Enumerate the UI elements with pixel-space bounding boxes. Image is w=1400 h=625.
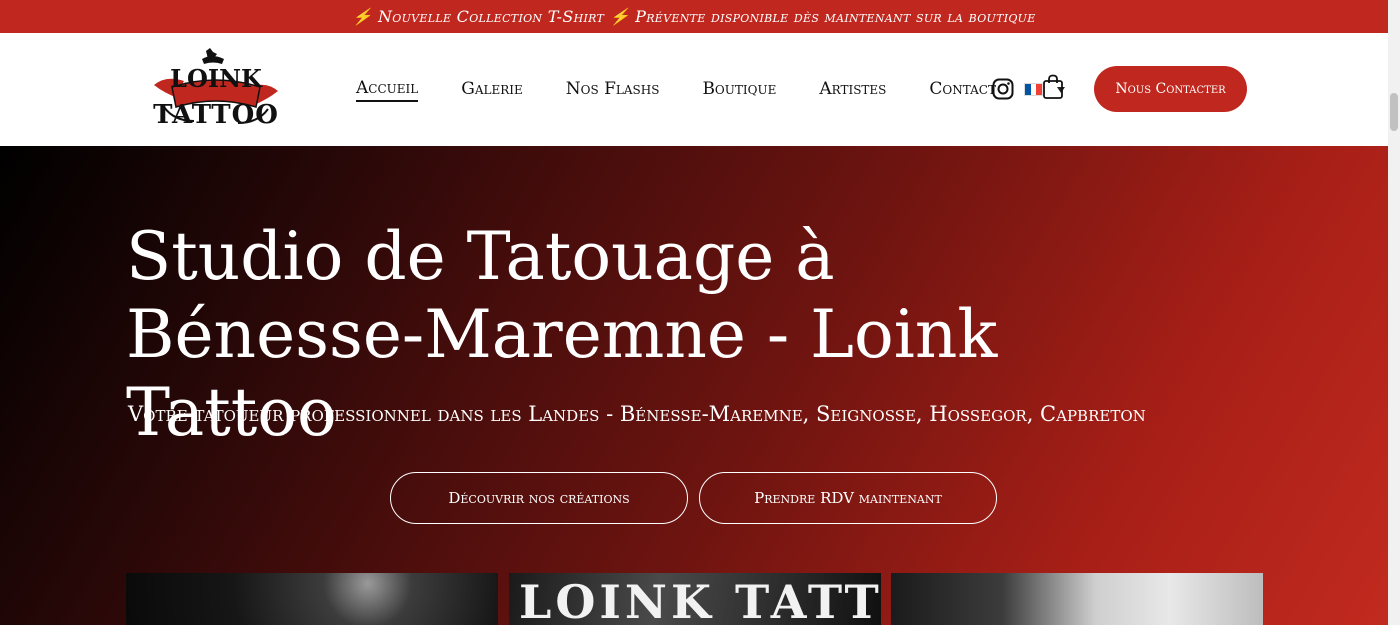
nav-item-contact[interactable]: Contact: [929, 79, 996, 101]
hero-subtitle: Votre tatoueur professionnel dans les La…: [128, 402, 1146, 426]
main-nav: Accueil Galerie Nos Flashs Boutique Arti…: [356, 33, 1065, 146]
logo-text-2: TATTOO: [153, 100, 279, 130]
discover-creations-button[interactable]: Découvrir nos créations: [390, 472, 688, 524]
instagram-icon[interactable]: [992, 78, 1014, 100]
nav-item-boutique[interactable]: Boutique: [702, 79, 776, 101]
site-logo[interactable]: LOINK TATTOO: [150, 47, 282, 131]
gallery-image-text: LOINK TATTOO: [519, 575, 881, 625]
announcement-bar: ⚡ Nouvelle Collection T-Shirt ⚡ Prévente…: [0, 0, 1388, 33]
page-scrollbar[interactable]: [1388, 0, 1400, 625]
site-header: LOINK TATTOO Accueil Galerie Nos Flashs …: [0, 33, 1388, 146]
nav-item-accueil[interactable]: Accueil: [356, 78, 419, 102]
nav-item-galerie[interactable]: Galerie: [461, 79, 523, 101]
scrollbar-thumb[interactable]: [1390, 93, 1398, 131]
nav-item-nos-flashs[interactable]: Nos Flashs: [566, 79, 660, 101]
contact-button[interactable]: Nous Contacter: [1094, 66, 1247, 112]
tattoo-logo-icon: LOINK TATTOO: [153, 48, 279, 130]
shopping-bag-icon[interactable]: [1042, 74, 1064, 100]
hero-section: Studio de Tatouage à Bénesse-Maremne - L…: [0, 146, 1388, 625]
book-appointment-button[interactable]: Prendre RDV maintenant: [699, 472, 997, 524]
announcement-text: ⚡ Nouvelle Collection T-Shirt ⚡ Prévente…: [352, 7, 1036, 26]
nav-item-artistes[interactable]: Artistes: [819, 79, 886, 101]
gallery-image-2[interactable]: LOINK TATTOO: [509, 573, 881, 625]
gallery-image-1[interactable]: [126, 573, 498, 625]
gallery-image-3[interactable]: [891, 573, 1263, 625]
logo-text-1: LOINK: [170, 64, 263, 93]
france-flag-icon: [1023, 83, 1043, 96]
